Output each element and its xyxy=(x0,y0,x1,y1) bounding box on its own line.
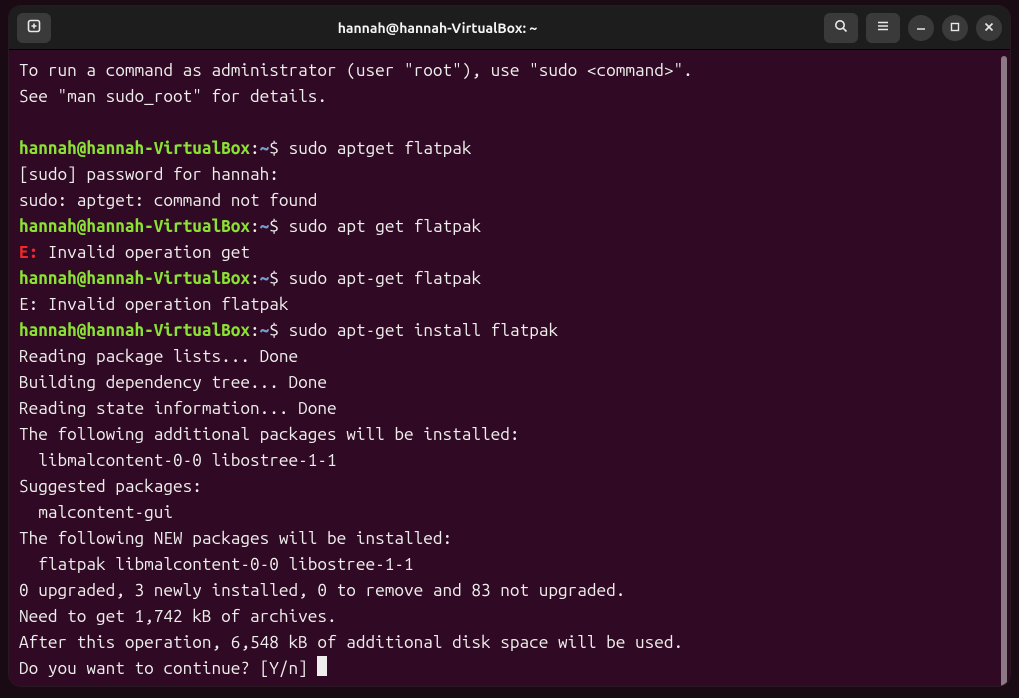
output-line: After this operation, 6,548 kB of additi… xyxy=(19,633,683,652)
output-line: Do you want to continue? [Y/n] xyxy=(19,659,317,678)
prompt-user-host: hannah@hannah-VirtualBox xyxy=(19,269,250,288)
minimize-button[interactable] xyxy=(908,15,934,41)
prompt-symbol: $ xyxy=(269,139,279,158)
scrollbar[interactable] xyxy=(1001,56,1007,686)
output-line: [sudo] password for hannah: xyxy=(19,165,289,184)
prompt-symbol: $ xyxy=(269,269,279,288)
hamburger-icon xyxy=(875,18,891,38)
cursor xyxy=(317,656,327,676)
output-line: Suggested packages: xyxy=(19,477,202,496)
prompt: hannah@hannah-VirtualBox:~$ xyxy=(19,139,279,158)
prompt-user-host: hannah@hannah-VirtualBox xyxy=(19,139,250,158)
window-title: hannah@hannah-VirtualBox: ~ xyxy=(57,20,818,36)
error-message: Invalid operation get xyxy=(38,243,250,262)
prompt-separator: : xyxy=(250,217,260,236)
prompt-user-host: hannah@hannah-VirtualBox xyxy=(19,217,250,236)
output-line: 0 upgraded, 3 newly installed, 0 to remo… xyxy=(19,581,625,600)
menu-button[interactable] xyxy=(866,13,900,43)
command-text: sudo apt-get flatpak xyxy=(279,269,481,288)
new-tab-icon xyxy=(26,18,42,38)
search-icon xyxy=(833,18,849,38)
command-text: sudo apt-get install flatpak xyxy=(279,321,558,340)
output-line: Reading state information... Done xyxy=(19,399,337,418)
output-line: sudo: aptget: command not found xyxy=(19,191,317,210)
prompt-separator: : xyxy=(250,321,260,340)
output-line: The following NEW packages will be insta… xyxy=(19,529,452,548)
close-icon xyxy=(983,19,995,37)
maximize-icon xyxy=(949,19,961,37)
titlebar-right xyxy=(824,13,1002,43)
titlebar-left xyxy=(17,13,51,43)
error-label: E: xyxy=(19,243,38,262)
prompt-path: ~ xyxy=(260,217,270,236)
titlebar: hannah@hannah-VirtualBox: ~ xyxy=(9,6,1010,50)
command-text: sudo aptget flatpak xyxy=(279,139,472,158)
minimize-icon xyxy=(915,19,927,37)
prompt: hannah@hannah-VirtualBox:~$ xyxy=(19,269,279,288)
terminal-window: hannah@hannah-VirtualBox: ~ xyxy=(9,6,1010,686)
prompt-symbol: $ xyxy=(269,217,279,236)
output-line: Need to get 1,742 kB of archives. xyxy=(19,607,337,626)
prompt-path: ~ xyxy=(260,269,270,288)
output-line: The following additional packages will b… xyxy=(19,425,520,444)
output-line: malcontent-gui xyxy=(19,503,173,522)
prompt-path: ~ xyxy=(260,139,270,158)
output-line: Reading package lists... Done xyxy=(19,347,298,366)
maximize-button[interactable] xyxy=(942,15,968,41)
prompt: hannah@hannah-VirtualBox:~$ xyxy=(19,217,279,236)
terminal-content[interactable]: To run a command as administrator (user … xyxy=(19,58,1000,682)
prompt-separator: : xyxy=(250,139,260,158)
output-line: flatpak libmalcontent-0-0 libostree-1-1 xyxy=(19,555,414,574)
output-line: libmalcontent-0-0 libostree-1-1 xyxy=(19,451,337,470)
output-line: To run a command as administrator (user … xyxy=(19,61,693,80)
terminal-body[interactable]: To run a command as administrator (user … xyxy=(9,50,1010,686)
search-button[interactable] xyxy=(824,13,858,43)
output-line: See "man sudo_root" for details. xyxy=(19,87,327,106)
close-button[interactable] xyxy=(976,15,1002,41)
prompt-path: ~ xyxy=(260,321,270,340)
command-text: sudo apt get flatpak xyxy=(279,217,481,236)
prompt-separator: : xyxy=(250,269,260,288)
prompt-symbol: $ xyxy=(269,321,279,340)
new-tab-button[interactable] xyxy=(17,13,51,43)
output-line: E: Invalid operation flatpak xyxy=(19,295,289,314)
output-line: Building dependency tree... Done xyxy=(19,373,327,392)
prompt: hannah@hannah-VirtualBox:~$ xyxy=(19,321,279,340)
prompt-user-host: hannah@hannah-VirtualBox xyxy=(19,321,250,340)
